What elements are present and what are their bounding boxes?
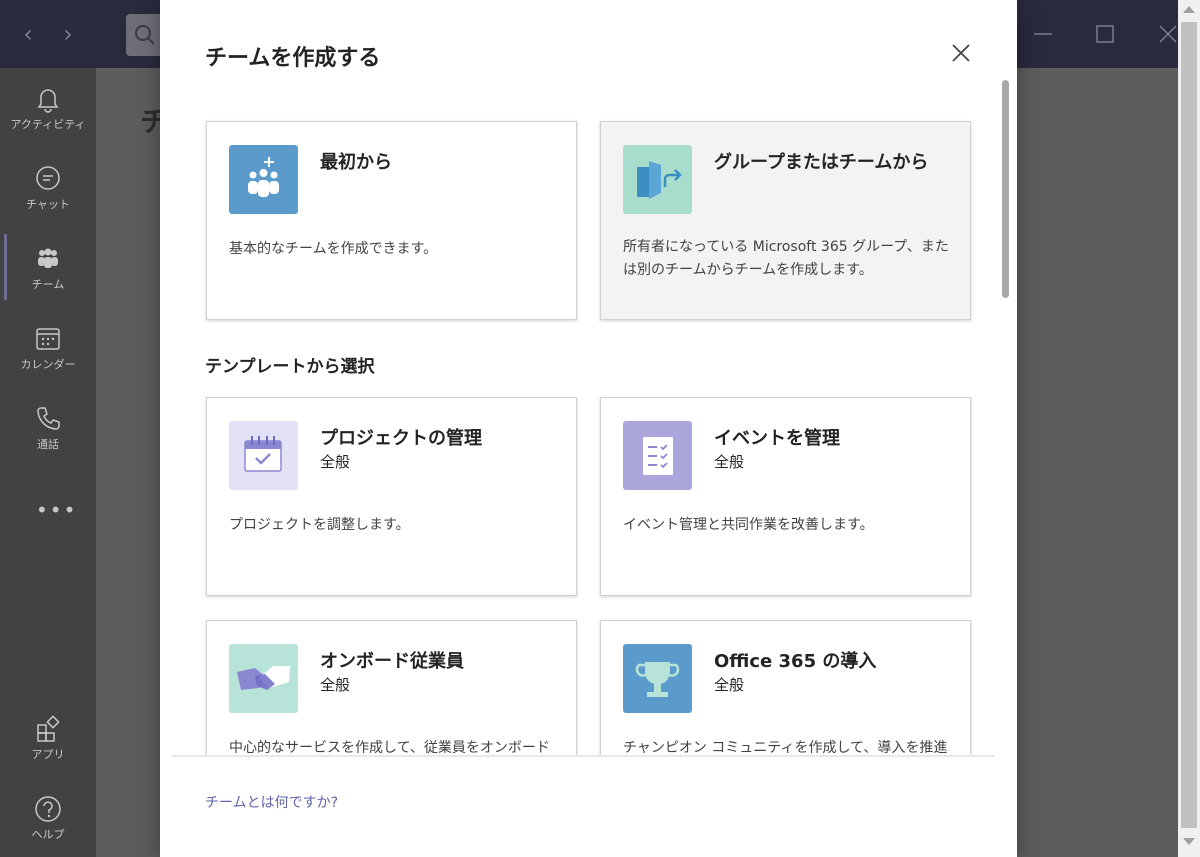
rail-item-label: アプリ <box>31 748 65 761</box>
close-icon[interactable] <box>946 38 976 68</box>
scroll-up-icon[interactable] <box>1183 6 1195 13</box>
what-is-team-link[interactable]: チームとは何ですか? <box>205 792 338 812</box>
bell-icon <box>37 89 59 113</box>
rail-item-label: チャット <box>26 198 70 211</box>
rail-item-activity[interactable]: アクティビティ <box>0 84 96 132</box>
apps-icon <box>37 715 60 742</box>
card-category: 全般 <box>320 676 351 694</box>
card-title: 最初から <box>320 152 392 173</box>
card-title: Office 365 の導入 <box>714 651 877 672</box>
card-description: 基本的なチームを作成できます。 <box>229 241 438 257</box>
phone-icon <box>37 407 60 430</box>
template-card-project[interactable]: プロジェクトの管理 全般 プロジェクトを調整します。 <box>206 397 577 596</box>
from-group-or-team-card[interactable]: グループまたはチームから 所有者になっている Microsoft 365 グルー… <box>600 121 971 320</box>
rail-item-calls[interactable]: 通話 <box>0 404 96 452</box>
rail-item-label: カレンダー <box>20 358 76 371</box>
trophy-icon <box>623 644 692 713</box>
dialog-title: チームを作成する <box>205 46 381 71</box>
calendar-icon <box>36 328 60 350</box>
card-title: オンボード従業員 <box>320 651 464 672</box>
template-card-event[interactable]: イベントを管理 全般 イベント管理と共同作業を改善します。 <box>600 397 971 596</box>
rail-item-apps[interactable]: アプリ <box>0 714 96 762</box>
minimize-icon[interactable] <box>1030 20 1058 48</box>
rail-item-chat[interactable]: チャット <box>0 164 96 212</box>
checklist-icon <box>623 421 692 490</box>
rail-item-label: ヘルプ <box>31 828 65 841</box>
rail-item-calendar[interactable]: カレンダー <box>0 324 96 372</box>
forward-arrow-icon[interactable]: › <box>54 20 82 48</box>
teams-icon <box>38 248 58 268</box>
card-title: グループまたはチームから <box>714 152 929 173</box>
card-description: プロジェクトを調整します。 <box>229 517 410 533</box>
group-arrow-icon <box>623 145 692 214</box>
app-rail: アクティビティ チャット チーム カレンダー 通話 ••• アプリ ヘルプ <box>0 68 96 857</box>
back-arrow-icon[interactable]: ‹ <box>14 20 42 48</box>
help-icon <box>35 796 61 822</box>
rail-item-help[interactable]: ヘルプ <box>0 794 96 842</box>
create-team-dialog: チームを作成する 最初から 基本的なチームを作成できます。 グループまたはチーム… <box>160 0 1017 857</box>
more-apps-icon[interactable]: ••• <box>36 498 77 522</box>
card-description: チャンピオン コミュニティを作成して、導入を推進し <box>623 740 948 755</box>
template-card-onboard[interactable]: オンボード従業員 全般 中心的なサービスを作成して、従業員をオンボード <box>206 620 577 755</box>
card-category: 全般 <box>714 676 745 694</box>
template-section-label: テンプレートから選択 <box>205 357 375 377</box>
rail-item-teams[interactable]: チーム <box>0 244 96 292</box>
template-card-office365[interactable]: Office 365 の導入 全般 チャンピオン コミュニティを作成して、導入を… <box>600 620 971 755</box>
rail-item-label: アクティビティ <box>10 118 86 131</box>
rail-item-label: 通話 <box>37 438 59 451</box>
scroll-down-icon[interactable] <box>1183 838 1195 845</box>
card-description: イベント管理と共同作業を改善します。 <box>623 517 874 533</box>
window-scrollbar[interactable] <box>1178 0 1200 857</box>
people-add-icon <box>229 145 298 214</box>
card-description: 所有者になっている Microsoft 365 グループ、または別のチームからチ… <box>623 239 949 278</box>
card-category: 全般 <box>714 453 745 471</box>
dialog-scroll-thumb[interactable] <box>1002 80 1009 298</box>
calendar-check-icon <box>229 421 298 490</box>
rail-item-label: チーム <box>31 278 65 291</box>
scroll-thumb[interactable] <box>1181 22 1197 828</box>
footer-divider <box>172 755 995 757</box>
handshake-icon <box>229 644 298 713</box>
card-title: イベントを管理 <box>714 428 840 449</box>
card-title: プロジェクトの管理 <box>320 428 482 449</box>
maximize-icon[interactable] <box>1092 20 1120 48</box>
card-description: 中心的なサービスを作成して、従業員をオンボード <box>229 740 550 755</box>
chat-icon <box>36 166 60 190</box>
from-scratch-card[interactable]: 最初から 基本的なチームを作成できます。 <box>206 121 577 320</box>
search-icon <box>135 25 155 45</box>
dialog-content: チームを作成する 最初から 基本的なチームを作成できます。 グループまたはチーム… <box>160 0 1017 755</box>
card-category: 全般 <box>320 453 351 471</box>
